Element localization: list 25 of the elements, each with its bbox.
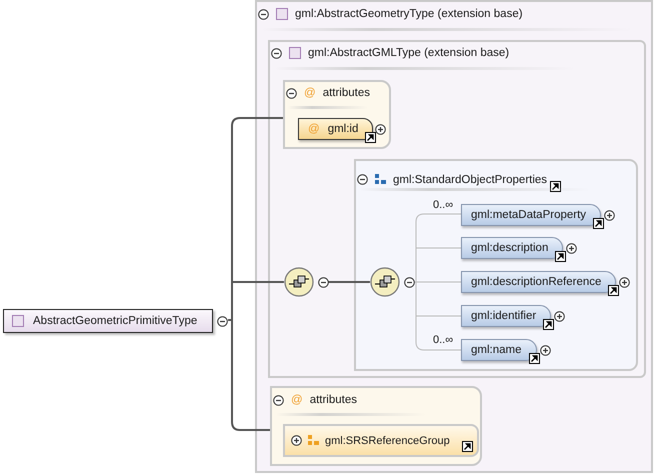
panel-title: attributes — [310, 394, 357, 406]
occurrence-label: 0..∞ — [433, 334, 454, 346]
attribute-symbol: @ — [308, 123, 320, 135]
attribute-name: gml:id — [328, 123, 358, 135]
element-node[interactable]: gml:description — [461, 237, 564, 259]
element-name: gml:metaDataProperty — [471, 209, 586, 221]
panel-title: gml:AbstractGeometryType (extension base) — [295, 8, 523, 20]
element-name: gml:name — [471, 344, 522, 356]
element-name: gml:descriptionReference — [471, 276, 602, 288]
panel-title: gml:AbstractGMLType (extension base) — [308, 47, 510, 59]
root-type-name: AbstractGeometricPrimitiveType — [33, 315, 198, 327]
element-node[interactable]: gml:metaDataProperty — [461, 204, 602, 226]
attribute-node[interactable]: @ gml:id — [298, 118, 374, 140]
attribute-group-node[interactable]: gml:SRSReferenceGroup — [283, 424, 479, 457]
attribute-group-name: gml:SRSReferenceGroup — [325, 434, 450, 446]
root-type-node[interactable]: AbstractGeometricPrimitiveType — [3, 309, 213, 333]
element-node[interactable]: gml:descriptionReference — [461, 271, 616, 293]
element-name: gml:description — [471, 242, 548, 254]
attribute-symbol: @ — [291, 394, 303, 406]
element-node[interactable]: gml:identifier — [461, 305, 552, 327]
panel-title: gml:StandardObjectProperties — [393, 174, 548, 186]
panel-title: attributes — [322, 87, 370, 99]
attribute-symbol: @ — [304, 87, 316, 99]
occurrence-label: 0..∞ — [433, 199, 454, 211]
element-name: gml:identifier — [471, 310, 536, 322]
